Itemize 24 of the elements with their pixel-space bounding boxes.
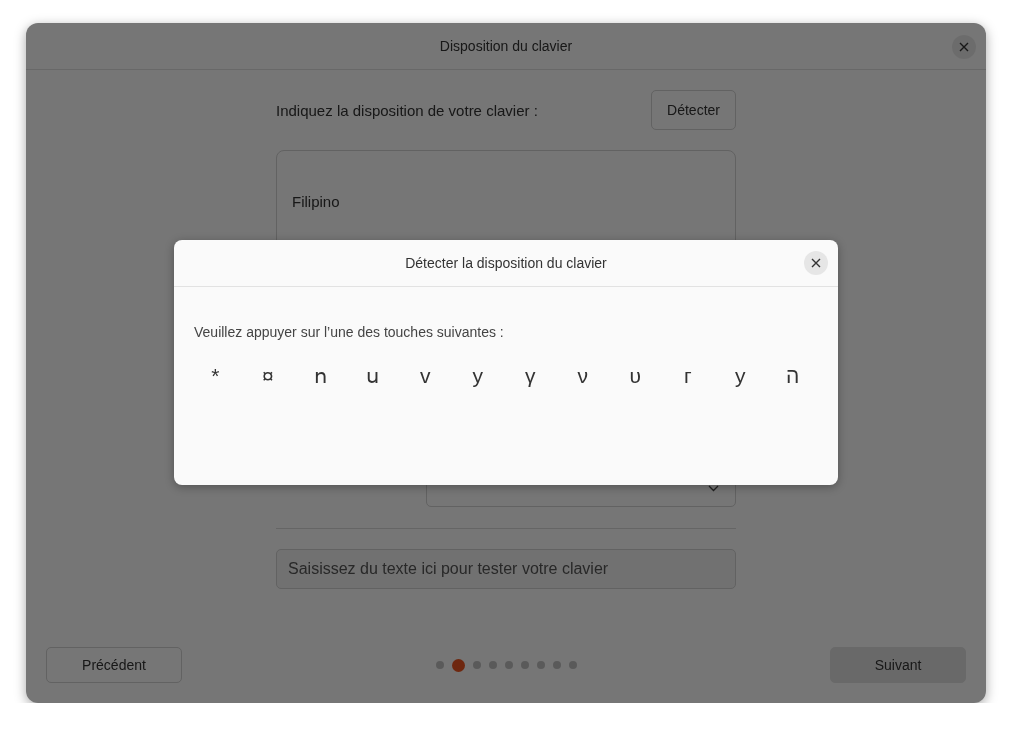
key-character: у [735, 364, 746, 388]
close-icon [959, 42, 969, 52]
next-button[interactable]: Suivant [830, 647, 966, 683]
key-character: υ [629, 364, 641, 388]
close-button[interactable] [804, 251, 828, 275]
key-character: ո [313, 364, 327, 388]
close-icon [811, 258, 821, 268]
key-character: γ [525, 364, 536, 388]
key-character: у [472, 364, 483, 388]
dialog-title: Détecter la disposition du clavier [405, 255, 607, 271]
key-character: ν [577, 364, 588, 388]
key-character: v [420, 364, 431, 388]
previous-button[interactable]: Précédent [46, 647, 182, 683]
key-character: * [211, 364, 220, 388]
key-character: ¤ [261, 364, 274, 388]
key-character: ս [366, 364, 380, 388]
key-character: ה [786, 364, 800, 388]
detect-button[interactable]: Détecter [651, 90, 736, 130]
key-character: г [683, 364, 692, 388]
prompt-label: Indiquez la disposition de votre clavier : [276, 101, 538, 119]
layout-item[interactable]: Filipino [292, 192, 340, 212]
window-title: Disposition du clavier [439, 38, 573, 54]
test-input-field[interactable]: Saisissez du texte ici pour tester votre clavier [276, 549, 736, 589]
instruction-text: Veuillez appuyer sur l’une des touches suivantes : [194, 324, 504, 340]
